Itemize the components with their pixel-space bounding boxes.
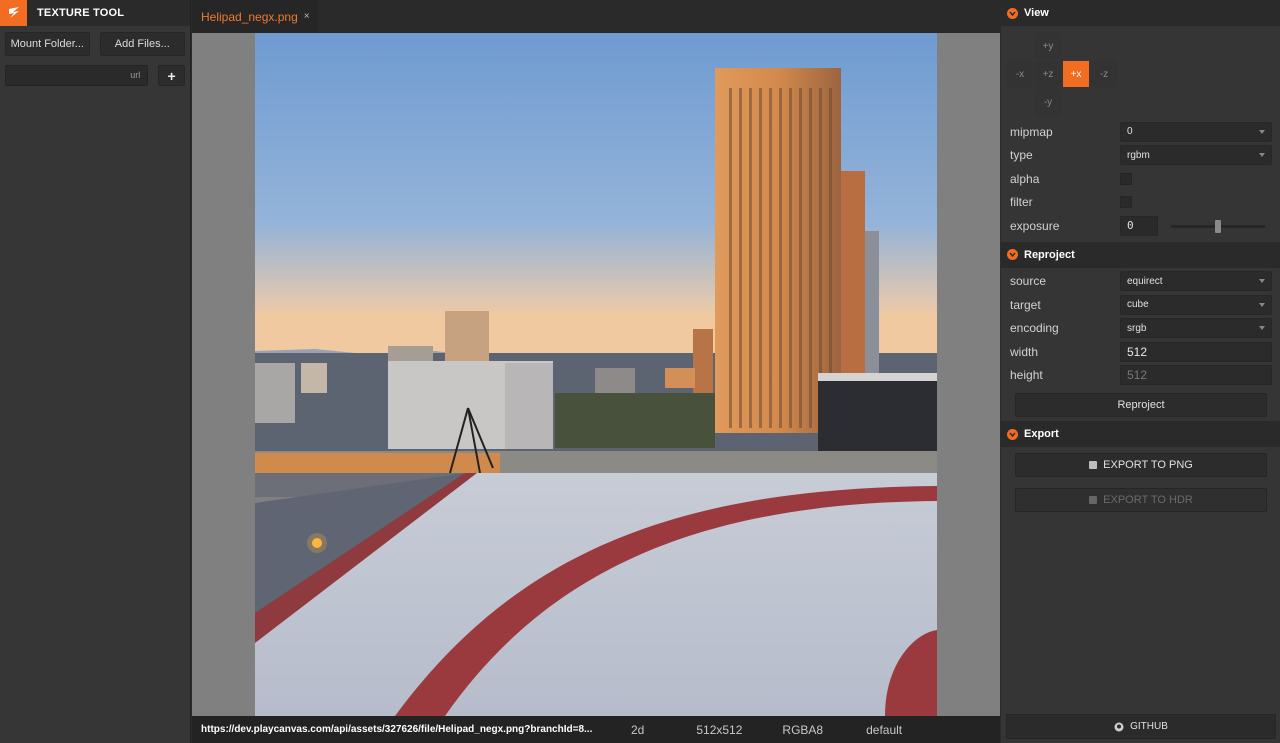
mipmap-value: 0 (1127, 126, 1133, 138)
save-icon (1089, 496, 1098, 504)
save-icon (1089, 461, 1098, 469)
tab-label: Helipad_negx.png (201, 9, 298, 24)
chevron-down-icon (1007, 428, 1018, 440)
export-png-label: EXPORT TO PNG (1103, 459, 1193, 471)
width-row: width 512 (1001, 340, 1280, 364)
url-row: url + (0, 56, 190, 86)
status-bar: https://dev.playcanvas.com/api/assets/32… (192, 716, 1000, 743)
target-value: cube (1127, 299, 1149, 311)
cube-face-selector: +y -x +z +x -z -y (1001, 26, 1280, 118)
encoding-label: encoding (1010, 321, 1059, 336)
app-header: TEXTURE TOOL (0, 0, 190, 26)
status-encoding: default (866, 722, 903, 737)
github-button[interactable]: GITHUB (1006, 714, 1276, 739)
exposure-input[interactable]: 0 (1120, 215, 1158, 236)
view-section-title: View (1024, 7, 1049, 19)
export-section-header[interactable]: Export (1001, 421, 1280, 447)
caret-down-icon (1259, 302, 1265, 307)
close-icon[interactable]: × (304, 11, 310, 22)
height-input: 512 (1120, 365, 1272, 386)
source-label: source (1010, 274, 1047, 289)
caret-down-icon (1259, 153, 1265, 158)
caret-down-icon (1259, 326, 1265, 331)
github-label: GITHUB (1130, 721, 1168, 732)
add-url-button[interactable]: + (158, 65, 185, 86)
type-label: type (1010, 148, 1033, 163)
texture-viewport[interactable] (192, 33, 1000, 716)
target-label: target (1010, 297, 1041, 312)
texture-tool-app: TEXTURE TOOL Mount Folder... Add Files..… (0, 0, 1280, 743)
file-actions: Mount Folder... Add Files... (0, 26, 190, 56)
filter-label: filter (1010, 195, 1033, 210)
app-title: TEXTURE TOOL (37, 7, 125, 19)
exposure-slider[interactable] (1171, 220, 1265, 233)
mipmap-label: mipmap (1010, 124, 1053, 139)
status-url: https://dev.playcanvas.com/api/assets/32… (201, 724, 593, 735)
export-hdr-button: EXPORT TO HDR (1015, 488, 1267, 512)
exposure-row: exposure 0 (1001, 214, 1280, 238)
height-row: height 512 (1001, 364, 1280, 388)
face-pos-x-button[interactable]: +x (1063, 61, 1089, 87)
target-select[interactable]: cube (1120, 294, 1272, 315)
export-hdr-label: EXPORT TO HDR (1103, 494, 1193, 506)
face-neg-x-button[interactable]: -x (1007, 61, 1033, 87)
exposure-label: exposure (1010, 218, 1060, 233)
encoding-select[interactable]: srgb (1120, 318, 1272, 339)
exposure-slider-thumb[interactable] (1215, 220, 1221, 233)
source-value: equirect (1127, 275, 1163, 287)
mount-folder-button[interactable]: Mount Folder... (5, 32, 90, 56)
reproject-section-header[interactable]: Reproject (1001, 241, 1280, 268)
source-select[interactable]: equirect (1120, 271, 1272, 292)
tab-bar: Helipad_negx.png × (192, 0, 1000, 33)
right-panel: View +y -x +z +x -z -y mipmap 0 type rgb… (1001, 0, 1280, 743)
encoding-row: encoding srgb (1001, 317, 1280, 341)
texture-preview-image (255, 33, 937, 716)
type-value: rgbm (1127, 149, 1150, 161)
alpha-row: alpha (1001, 167, 1280, 191)
reproject-button[interactable]: Reproject (1015, 393, 1267, 417)
height-label: height (1010, 368, 1043, 383)
encoding-value: srgb (1127, 322, 1147, 334)
width-input[interactable]: 512 (1120, 341, 1272, 362)
face-pos-z-button[interactable]: +z (1035, 61, 1061, 87)
url-placeholder: url (130, 70, 141, 80)
mipmap-row: mipmap 0 (1001, 120, 1280, 144)
url-input[interactable]: url (5, 65, 149, 86)
source-row: source equirect (1001, 270, 1280, 294)
reproject-section-title: Reproject (1024, 248, 1075, 261)
filter-row: filter (1001, 191, 1280, 215)
caret-down-icon (1259, 279, 1265, 284)
github-icon (1114, 722, 1124, 732)
playcanvas-logo-icon (0, 0, 27, 26)
export-png-button[interactable]: EXPORT TO PNG (1015, 453, 1267, 477)
caret-down-icon (1259, 129, 1265, 134)
type-select[interactable]: rgbm (1120, 145, 1272, 166)
chevron-down-icon (1007, 7, 1018, 19)
main-area: Helipad_negx.png × https://dev.playcanva… (192, 0, 1000, 743)
status-format: RGBA8 (782, 722, 824, 737)
chevron-down-icon (1007, 249, 1018, 260)
type-row: type rgbm (1001, 144, 1280, 168)
status-dimension: 2d (631, 722, 645, 737)
view-section-header[interactable]: View (1001, 0, 1280, 26)
mipmap-select[interactable]: 0 (1120, 121, 1272, 142)
face-neg-y-button[interactable]: -y (1035, 89, 1061, 115)
left-panel: TEXTURE TOOL Mount Folder... Add Files..… (0, 0, 191, 743)
export-section-title: Export (1024, 428, 1059, 440)
add-files-button[interactable]: Add Files... (99, 32, 185, 56)
status-size: 512x512 (696, 722, 743, 737)
alpha-label: alpha (1010, 171, 1040, 186)
target-row: target cube (1001, 293, 1280, 317)
width-label: width (1010, 344, 1039, 359)
alpha-checkbox[interactable] (1120, 172, 1132, 185)
face-neg-z-button[interactable]: -z (1091, 61, 1117, 87)
filter-checkbox[interactable] (1120, 196, 1132, 209)
face-pos-y-button[interactable]: +y (1035, 33, 1061, 59)
tab-helipad-negx[interactable]: Helipad_negx.png × (192, 0, 318, 33)
